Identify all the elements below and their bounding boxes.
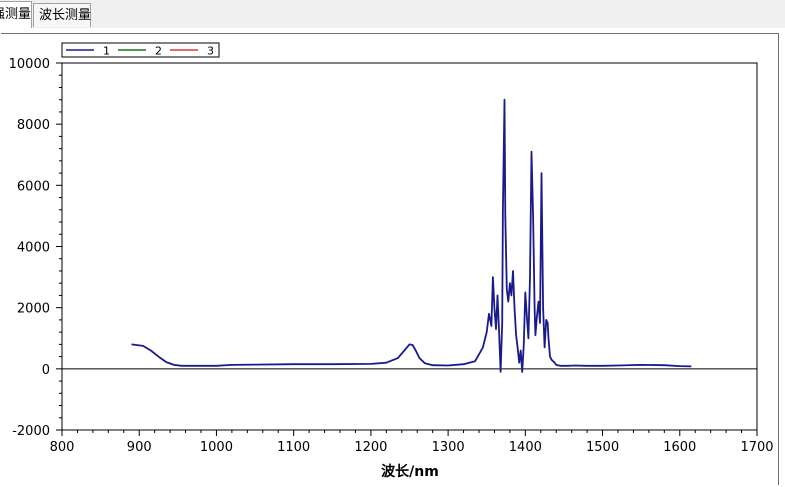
x-tick-label: 1700 bbox=[740, 440, 773, 455]
x-tick-label: 1200 bbox=[354, 440, 387, 455]
y-tick-label: 0 bbox=[42, 363, 50, 378]
x-tick-label: 1500 bbox=[586, 440, 619, 455]
x-tick-label: 800 bbox=[50, 440, 75, 455]
legend-label-3: 3 bbox=[207, 45, 214, 58]
y-tick-label: -2000 bbox=[12, 424, 50, 439]
x-tick-label: 1300 bbox=[432, 440, 465, 455]
x-tick-label: 1400 bbox=[509, 440, 542, 455]
x-axis-label: 波长/nm bbox=[381, 463, 439, 480]
y-tick-label: 10000 bbox=[9, 57, 50, 72]
legend[interactable]: 1 2 3 bbox=[61, 42, 220, 58]
y-tick-label: 2000 bbox=[17, 302, 50, 317]
x-tick-label: 1600 bbox=[663, 440, 696, 455]
y-tick-label: 6000 bbox=[17, 179, 50, 194]
plot-border bbox=[61, 62, 758, 431]
legend-label-1: 1 bbox=[103, 45, 110, 58]
spectrum-chart: 800 900 1000 1100 1200 1300 1400 1500 1600 1700 -2… bbox=[9, 42, 774, 480]
y-tick-label: 8000 bbox=[17, 118, 50, 133]
legend-label-2: 2 bbox=[155, 45, 162, 58]
y-tick-label: 4000 bbox=[17, 241, 50, 256]
x-tick-label: 1000 bbox=[200, 440, 233, 455]
x-tick-label: 1100 bbox=[277, 440, 310, 455]
x-tick-label: 900 bbox=[127, 440, 152, 455]
axes bbox=[56, 62, 758, 436]
